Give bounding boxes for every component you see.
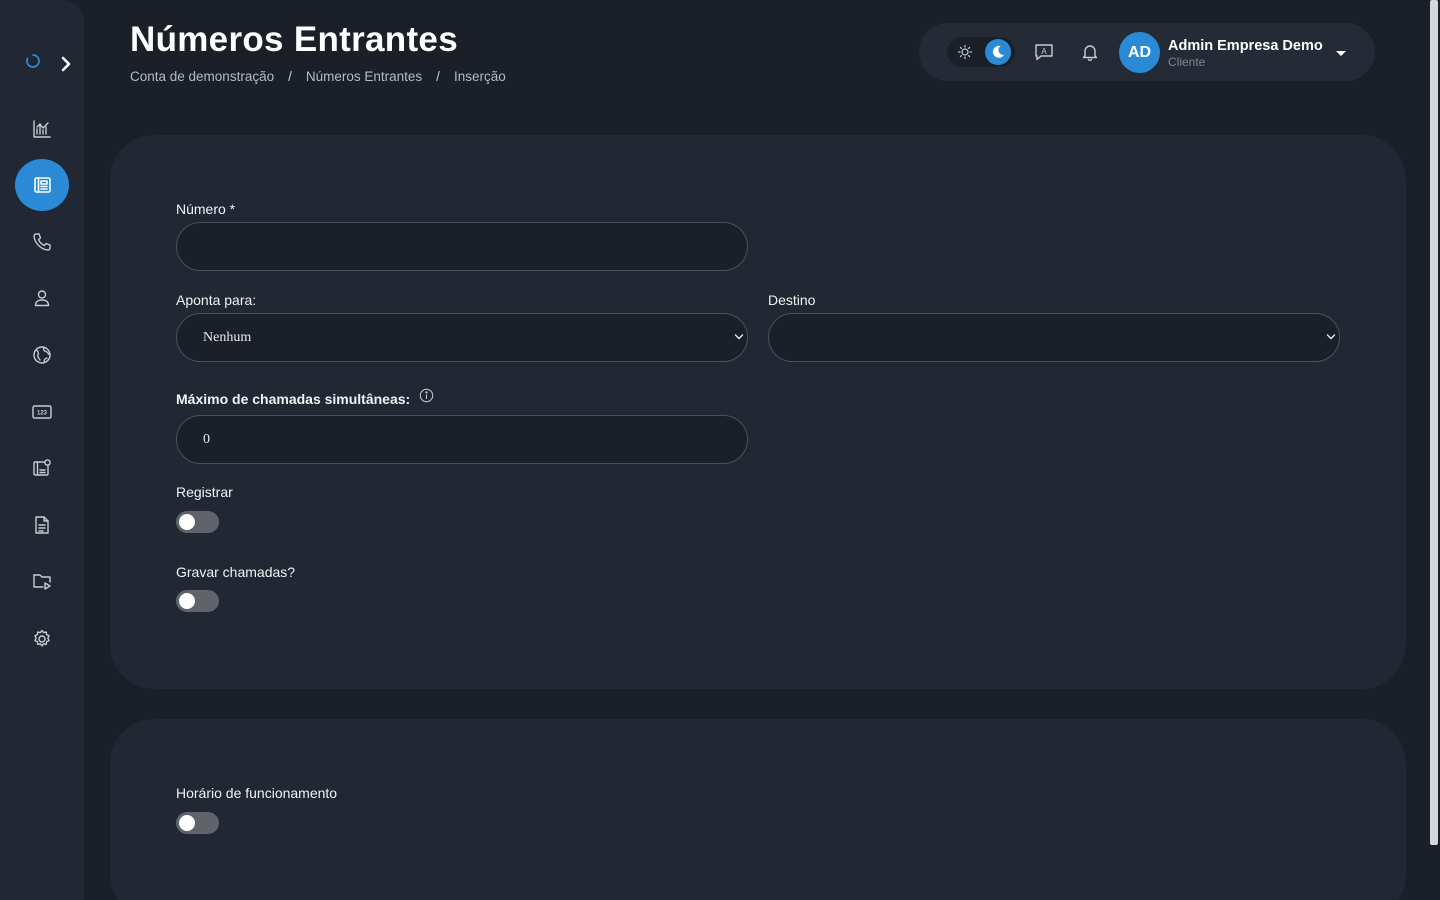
avatar[interactable]: AD (1119, 32, 1160, 73)
max-calls-input[interactable]: 0 (176, 415, 748, 464)
aponta-selected-value: Nenhum (203, 329, 252, 345)
info-icon[interactable] (419, 388, 434, 403)
breadcrumb-item-insert: Inserção (453, 69, 506, 84)
gravar-label: Gravar chamadas? (176, 564, 296, 580)
chevron-right-icon[interactable] (56, 54, 76, 74)
user-icon (34, 290, 50, 307)
chevron-down-icon (734, 334, 744, 340)
sidebar-item-calls[interactable] (15, 216, 69, 268)
top-bar: A AD Admin Empresa Demo Cliente (919, 23, 1375, 81)
light-mode-button[interactable] (953, 40, 977, 64)
numbers-icon: 123 (32, 405, 52, 419)
registrar-switch[interactable] (176, 511, 219, 533)
sidebar-item-numbers[interactable] (15, 159, 69, 211)
registrar-label: Registrar (176, 484, 233, 500)
chart-icon (33, 120, 51, 138)
breadcrumb: Conta de demonstração / Números Entrante… (130, 69, 506, 84)
dark-mode-button[interactable] (985, 39, 1011, 65)
sidebar-item-numbering[interactable]: 123 (15, 386, 69, 438)
breadcrumb-separator: / (436, 69, 440, 84)
phone-book-settings-icon (33, 459, 51, 476)
sidebar-item-recordings[interactable] (15, 555, 69, 607)
globe-icon (33, 346, 51, 364)
loading-logo-icon (26, 54, 40, 68)
moon-icon (992, 45, 1004, 58)
caret-down-icon[interactable] (1335, 48, 1347, 58)
destino-label: Destino (768, 292, 816, 308)
breadcrumb-separator: / (288, 69, 292, 84)
sidebar-item-contacts-settings[interactable] (15, 442, 69, 494)
folder-play-icon (33, 574, 51, 590)
numero-input[interactable] (176, 222, 748, 271)
user-name[interactable]: Admin Empresa Demo (1168, 38, 1323, 54)
svg-text:123: 123 (37, 410, 48, 416)
aponta-select[interactable]: Nenhum (176, 313, 748, 362)
document-icon (35, 516, 49, 534)
svg-text:A: A (1041, 47, 1047, 56)
sidebar-item-dashboard[interactable] (15, 103, 69, 155)
page-title: Números Entrantes (130, 20, 458, 59)
bell-icon[interactable] (1079, 41, 1101, 63)
breadcrumb-item-account[interactable]: Conta de demonstração (130, 69, 274, 84)
schedule-card: Horário de funcionamento (110, 719, 1406, 900)
phone-book-icon (34, 177, 51, 193)
horario-label: Horário de funcionamento (176, 785, 338, 801)
sidebar-item-settings[interactable] (15, 613, 69, 665)
destino-select[interactable] (768, 313, 1340, 362)
user-role: Cliente (1168, 55, 1206, 69)
numero-label: Número * (176, 201, 236, 217)
scrollbar-thumb[interactable] (1430, 0, 1438, 845)
aponta-label: Aponta para: (176, 292, 257, 308)
theme-toggle[interactable] (947, 37, 1015, 67)
breadcrumb-item-numbers[interactable]: Números Entrantes (306, 69, 422, 84)
incoming-number-form: Número * Aponta para: Nenhum Destino Máx… (110, 135, 1406, 689)
gear-icon (34, 629, 50, 647)
chevron-down-icon (1326, 334, 1336, 340)
sidebar-item-reports[interactable] (15, 499, 69, 551)
sidebar-item-users[interactable] (15, 272, 69, 324)
phone-icon (33, 233, 51, 251)
chat-icon[interactable]: A (1033, 41, 1055, 63)
max-calls-label: Máximo de chamadas simultâneas: (176, 391, 411, 407)
horario-switch[interactable] (176, 812, 219, 834)
page-scrollbar[interactable] (1428, 0, 1440, 900)
sidebar: 123 (0, 0, 84, 900)
sidebar-item-network[interactable] (15, 329, 69, 381)
sun-icon (957, 44, 973, 60)
gravar-switch[interactable] (176, 590, 219, 612)
